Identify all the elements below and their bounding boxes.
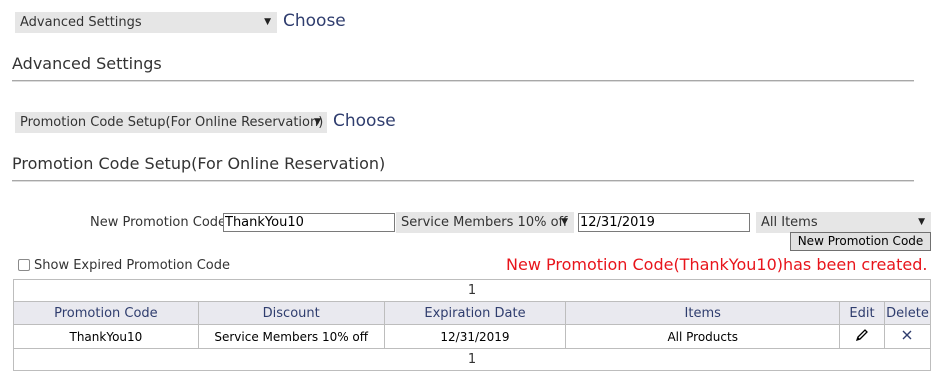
choose-settings-link[interactable]: Choose	[283, 11, 346, 32]
cell-promotion-code: ThankYou10	[13, 324, 199, 349]
cell-discount: Service Members 10% off	[197, 324, 385, 349]
choose-promo-link[interactable]: Choose	[333, 111, 396, 132]
cell-delete	[883, 324, 932, 349]
advanced-settings-title: Advanced Settings	[12, 54, 162, 73]
header-items: Items	[565, 301, 841, 325]
triangle-down-icon: ▼	[264, 17, 271, 27]
discount-select-value: Service Members 10% off	[401, 215, 568, 230]
settings-select[interactable]: Advanced Settings ▼	[15, 12, 277, 33]
discount-select[interactable]: Service Members 10% off ▼	[396, 212, 574, 233]
pencil-icon[interactable]	[855, 328, 869, 345]
cell-items: All Products	[565, 324, 841, 349]
promo-code-table: 1 Promotion Code Discount Expiration Dat…	[13, 279, 932, 371]
header-delete: Delete	[883, 301, 932, 325]
pager-top[interactable]: 1	[13, 279, 931, 302]
new-promotion-code-button[interactable]: New Promotion Code	[790, 232, 931, 251]
triangle-down-icon: ▼	[561, 217, 568, 227]
divider	[12, 180, 914, 182]
header-discount: Discount	[197, 301, 385, 325]
promo-setup-select-value: Promotion Code Setup(For Online Reservat…	[20, 115, 324, 130]
header-expiration-date: Expiration Date	[383, 301, 567, 325]
close-icon[interactable]	[901, 329, 913, 344]
settings-select-value: Advanced Settings	[20, 15, 142, 30]
items-select-value: All Items	[761, 215, 818, 230]
table-row: ThankYou10 Service Members 10% off 12/31…	[13, 324, 932, 349]
expiration-date-input[interactable]: 12/31/2019	[578, 213, 750, 232]
header-promotion-code: Promotion Code	[13, 301, 199, 325]
show-expired-label: Show Expired Promotion Code	[34, 258, 230, 273]
cell-expiration-date: 12/31/2019	[383, 324, 567, 349]
cell-edit	[839, 324, 885, 349]
show-expired-checkbox[interactable]	[18, 259, 30, 271]
triangle-down-icon: ▼	[314, 117, 321, 127]
promo-setup-select[interactable]: Promotion Code Setup(For Online Reservat…	[15, 112, 327, 133]
divider	[12, 80, 914, 82]
header-edit: Edit	[839, 301, 885, 325]
items-select[interactable]: All Items ▼	[756, 212, 931, 233]
pager-bottom[interactable]: 1	[13, 348, 931, 371]
new-promo-code-label: New Promotion Code	[90, 215, 227, 230]
status-message: New Promotion Code(ThankYou10)has been c…	[506, 255, 928, 274]
triangle-down-icon: ▼	[918, 217, 925, 227]
promo-setup-title: Promotion Code Setup(For Online Reservat…	[12, 154, 386, 173]
promo-code-input[interactable]: ThankYou10	[223, 213, 395, 232]
